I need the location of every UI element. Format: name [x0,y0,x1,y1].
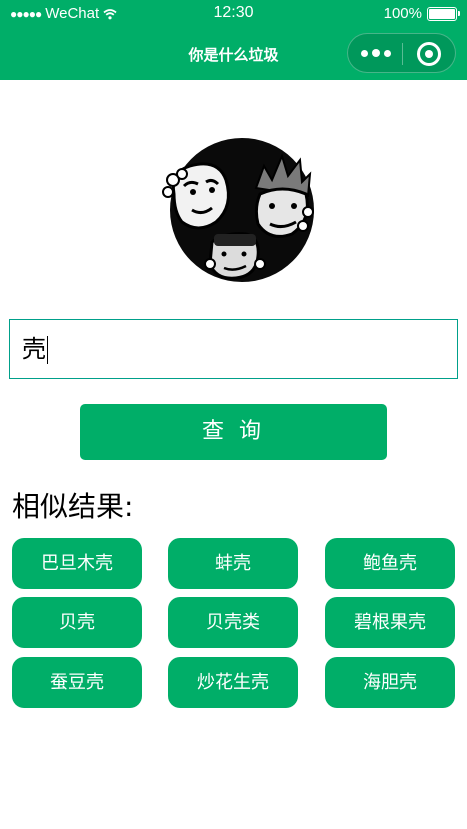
result-chip[interactable]: 贝壳 [12,597,142,648]
search-input-value: 壳 [22,335,46,363]
result-chip[interactable]: 海胆壳 [325,657,455,708]
result-chip[interactable]: 巴旦木壳 [12,538,142,589]
result-chip[interactable]: 鲍鱼壳 [325,538,455,589]
capsule-divider [402,43,403,65]
result-chip[interactable]: 蚌壳 [168,538,298,589]
status-bar: ●●●●● WeChat 12:30 100% [0,0,467,28]
battery-icon [427,6,460,21]
result-chip[interactable]: 碧根果壳 [325,597,455,648]
three-faces-meme-logo [162,138,314,282]
status-right: 100% [383,5,460,22]
battery-percent: 100% [383,5,422,22]
text-caret [47,336,48,364]
nav-bar: 你是什么垃圾 [0,28,467,80]
result-chip[interactable]: 贝壳类 [168,597,298,648]
more-dots-icon[interactable] [361,47,391,59]
results-title: 相似结果: [12,490,134,523]
search-input[interactable]: 壳 [9,319,458,379]
result-chip[interactable]: 炒花生壳 [168,657,298,708]
mini-program-capsule [347,33,456,73]
target-circle-icon[interactable] [417,42,441,66]
result-chip[interactable]: 蚕豆壳 [12,657,142,708]
right-face [254,153,314,238]
query-button[interactable]: 查 询 [80,404,387,460]
